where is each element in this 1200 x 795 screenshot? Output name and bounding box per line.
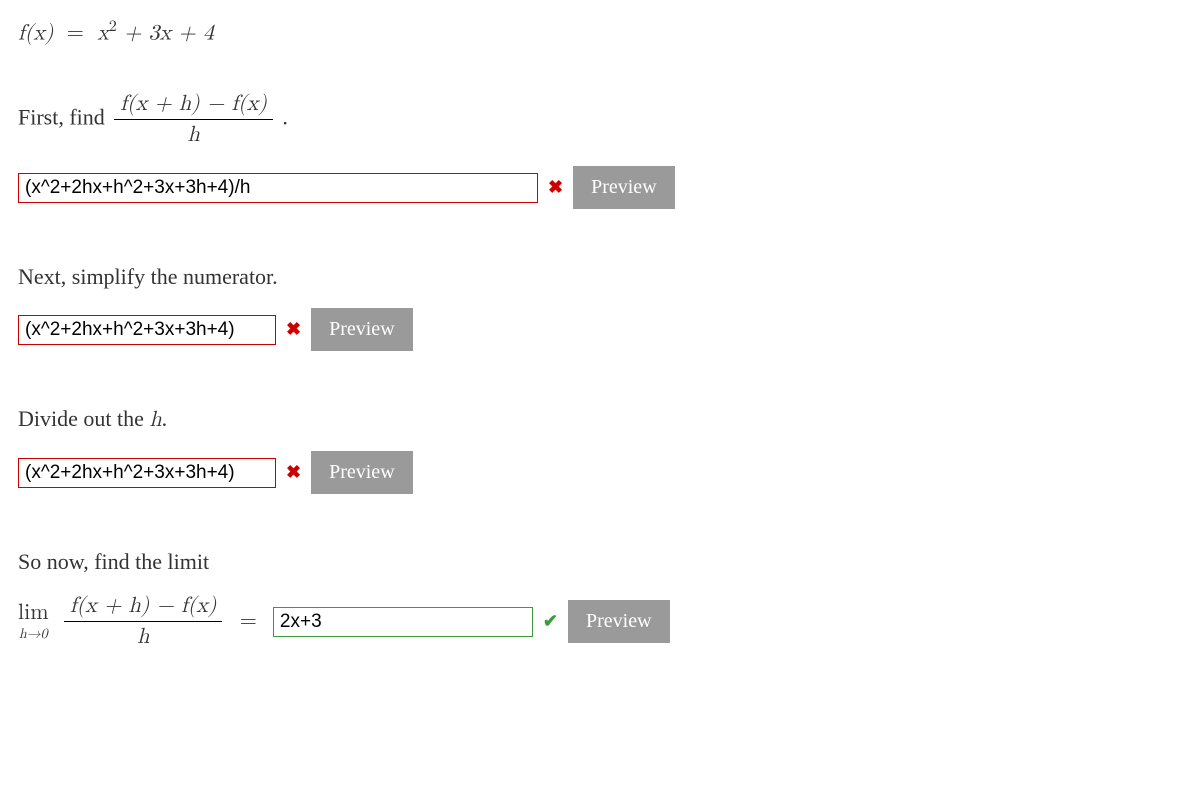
step3-instruction: Divide out the h. [18,406,1182,433]
given-function: f(x) = x2 + 3x + 4 [18,18,1182,46]
preview-button[interactable]: Preview [573,166,675,209]
limit-expression: lim h→0 f(x + h) − f(x) h = [18,593,263,650]
step4-instruction: So now, find the limit [18,549,1182,575]
preview-button[interactable]: Preview [311,308,413,351]
wrong-icon: ✖ [548,177,563,198]
step2-instruction: Next, simplify the numerator. [18,264,1182,290]
preview-button[interactable]: Preview [568,600,670,643]
step3-input[interactable] [18,458,276,488]
difference-quotient: f(x + h) − f(x) h [114,91,273,148]
step4-input[interactable] [273,607,533,637]
wrong-icon: ✖ [286,462,301,483]
step1-input[interactable] [18,173,538,203]
wrong-icon: ✖ [286,319,301,340]
step1-instruction: First, find f(x + h) − f(x) h . [18,91,1182,148]
preview-button[interactable]: Preview [311,451,413,494]
right-icon: ✔ [543,611,558,632]
step2-input[interactable] [18,315,276,345]
